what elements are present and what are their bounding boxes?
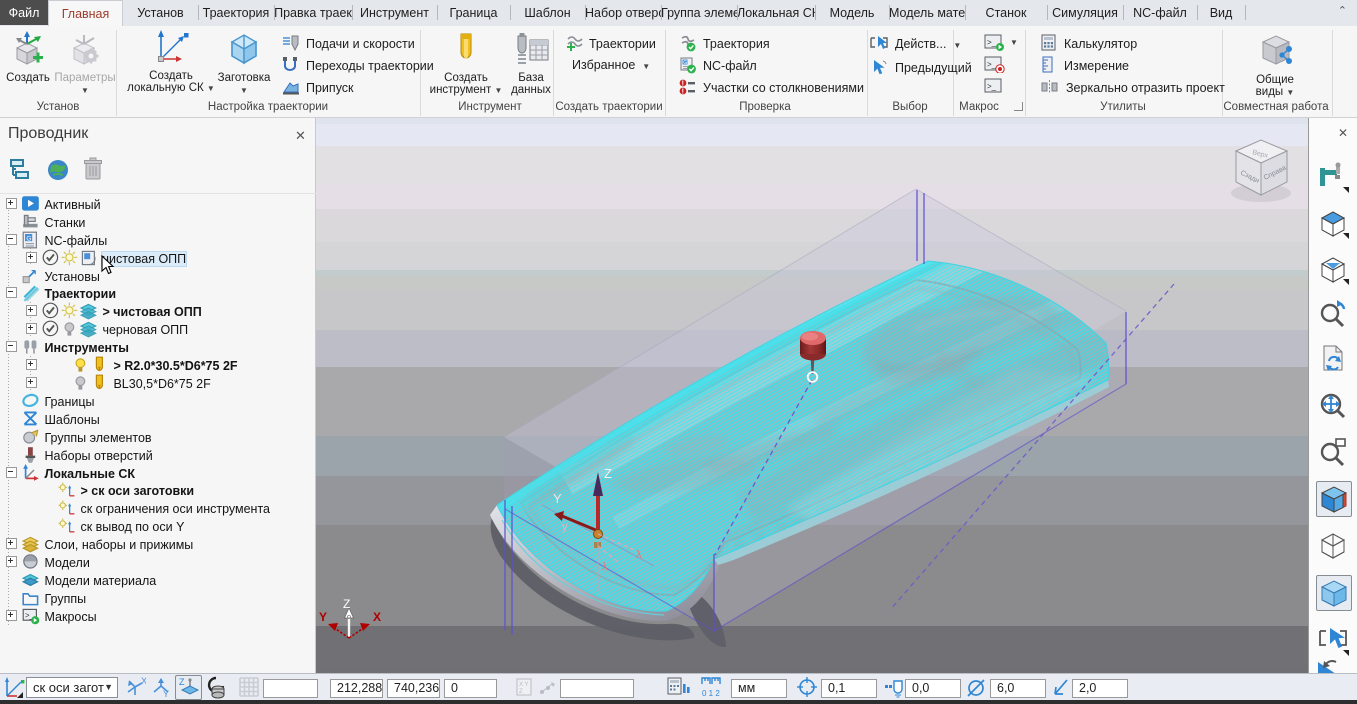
svg-text:>_: >_: [987, 60, 997, 69]
svg-text:Z: Z: [179, 677, 185, 687]
svg-text:!: !: [682, 89, 684, 96]
svg-text:G: G: [26, 235, 31, 242]
svg-text:Z: Z: [604, 466, 612, 481]
svg-text:>_: >_: [987, 82, 997, 91]
svg-text:λ: λ: [602, 561, 608, 573]
svg-text:0 1 2: 0 1 2: [702, 689, 720, 698]
svg-text:X Y: X Y: [519, 682, 529, 688]
svg-text:X: X: [373, 610, 381, 624]
svg-text:!: !: [682, 81, 684, 88]
svg-text:G: G: [683, 60, 687, 66]
svg-text:Y: Y: [553, 491, 562, 506]
svg-text:y: y: [562, 521, 568, 533]
svg-text:Z: Z: [519, 689, 523, 695]
svg-text:Z: Z: [343, 597, 350, 611]
svg-text:X: X: [141, 676, 146, 686]
svg-text:λ: λ: [636, 549, 642, 561]
svg-text:>_: >_: [987, 38, 997, 47]
svg-text:Y: Y: [319, 610, 327, 624]
svg-text:Y: Y: [163, 689, 169, 699]
